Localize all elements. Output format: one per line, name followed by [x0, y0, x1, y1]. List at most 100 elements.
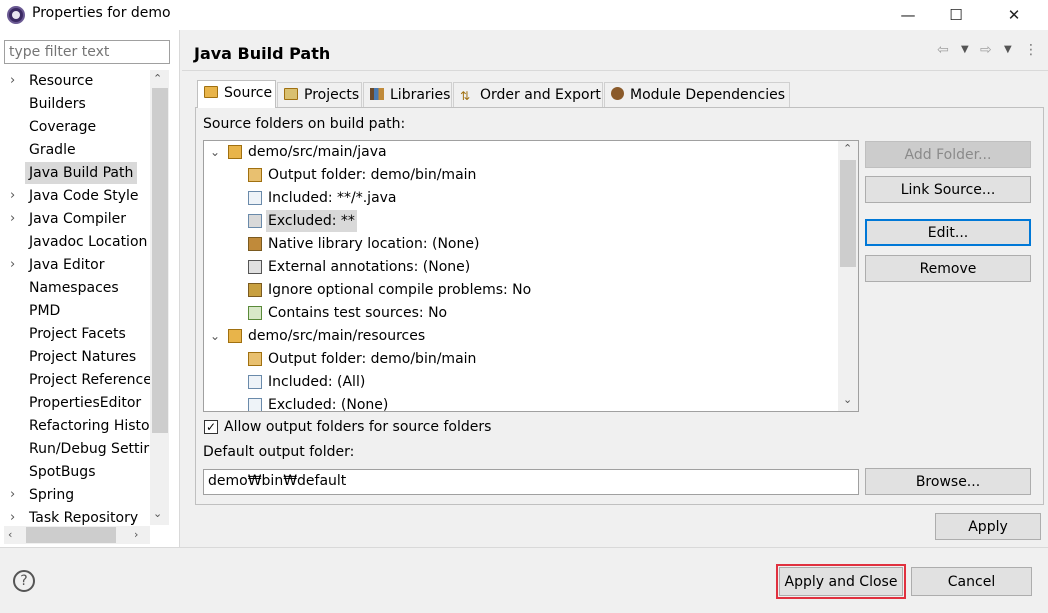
sidebar-item[interactable]: Project Facets: [29, 323, 126, 345]
sidebar-item[interactable]: Gradle: [29, 139, 76, 161]
tree-row-label: Output folder: demo/bin/main: [268, 167, 477, 183]
tree-row[interactable]: Output folder: demo/bin/main: [204, 348, 838, 370]
tree-row-label: demo/src/main/java: [248, 144, 387, 160]
add-folder-button[interactable]: Add Folder...: [865, 141, 1031, 168]
sidebar-item[interactable]: Project Reference: [29, 369, 152, 391]
package-folder-icon: [228, 329, 242, 343]
forward-dropdown-icon[interactable]: ▼: [1004, 44, 1012, 55]
sidebar-item[interactable]: Builders: [29, 93, 86, 115]
expand-chevron-icon[interactable]: ›: [10, 254, 15, 276]
scroll-right-icon[interactable]: ›: [134, 528, 138, 541]
tree-row[interactable]: Included: **/*.java: [204, 187, 838, 209]
tree-row[interactable]: Output folder: demo/bin/main: [204, 164, 838, 186]
collapse-chevron-icon[interactable]: ⌄: [210, 325, 224, 343]
back-arrow-icon[interactable]: ⇦: [937, 42, 949, 58]
expand-chevron-icon[interactable]: ›: [10, 484, 15, 506]
forward-arrow-icon[interactable]: ⇨: [980, 42, 992, 58]
highlight-annotation: [776, 564, 906, 599]
output-folder-icon: [248, 352, 262, 366]
tree-row-label: External annotations: (None): [268, 259, 471, 275]
page-title: Java Build Path: [194, 44, 331, 63]
source-folder-icon: [204, 86, 218, 98]
ignore-problems-icon: [248, 283, 262, 297]
tab-label: Order and Export: [480, 87, 601, 103]
remove-button[interactable]: Remove: [865, 255, 1031, 282]
sidebar-item[interactable]: Project Natures: [29, 346, 136, 368]
tree-row[interactable]: External annotations: (None): [204, 256, 838, 278]
sidebar-item[interactable]: Resource: [29, 70, 93, 92]
sidebar-item[interactable]: Java Editor: [29, 254, 104, 276]
tree-row-label: Native library location: (None): [268, 236, 480, 252]
output-folder-icon: [248, 168, 262, 182]
back-dropdown-icon[interactable]: ▼: [961, 44, 969, 55]
sidebar-item[interactable]: Coverage: [29, 116, 96, 138]
help-icon[interactable]: ?: [13, 570, 35, 592]
exclusion-filter-icon: [248, 214, 262, 228]
expand-chevron-icon[interactable]: ›: [10, 208, 15, 230]
default-output-label: Default output folder:: [203, 444, 355, 460]
tree-row[interactable]: Ignore optional compile problems: No: [204, 279, 838, 301]
close-button[interactable]: ✕: [991, 0, 1037, 30]
default-output-field[interactable]: demo₩bin₩default: [203, 469, 859, 495]
cancel-button[interactable]: Cancel: [911, 567, 1032, 596]
sidebar-item[interactable]: SpotBugs: [29, 461, 96, 483]
filter-input[interactable]: [4, 40, 170, 64]
tab-source[interactable]: Source: [197, 80, 276, 108]
scroll-left-icon[interactable]: ‹: [8, 528, 12, 541]
sidebar-item[interactable]: Spring: [29, 484, 74, 506]
tree-row[interactable]: Contains test sources: No: [204, 302, 838, 324]
scroll-up-icon[interactable]: ⌃: [153, 72, 162, 85]
tab-label: Source: [224, 85, 273, 101]
sidebar-item[interactable]: Javadoc Location: [29, 231, 147, 253]
tree-row[interactable]: Included: (All): [204, 371, 838, 393]
tree-row[interactable]: Native library location: (None): [204, 233, 838, 255]
tree-scroll-up-icon[interactable]: ⌃: [843, 142, 852, 155]
sidebar-item[interactable]: Java Compiler: [29, 208, 126, 230]
link-source-button[interactable]: Link Source...: [865, 176, 1031, 203]
tab-projects[interactable]: Projects: [277, 82, 362, 107]
eclipse-app-icon: [7, 6, 25, 24]
sidebar-item[interactable]: Java Build Path: [29, 162, 133, 184]
view-menu-icon[interactable]: ⋮: [1024, 42, 1038, 58]
tree-row-label: demo/src/main/resources: [248, 328, 426, 344]
tree-row-label: Ignore optional compile problems: No: [268, 282, 532, 298]
apply-button[interactable]: Apply: [935, 513, 1041, 540]
window-title: Properties for demo: [32, 5, 171, 21]
tree-row[interactable]: Excluded: (None): [204, 394, 838, 411]
tab-module-dependencies[interactable]: Module Dependencies: [604, 82, 790, 107]
source-folder-tree[interactable]: ⌄ demo/src/main/java Output folder: demo/b…: [203, 140, 859, 412]
tree-row[interactable]: Excluded: **: [204, 210, 838, 232]
tree-row-label: Contains test sources: No: [268, 305, 448, 321]
collapse-chevron-icon[interactable]: ⌄: [210, 141, 224, 159]
expand-chevron-icon[interactable]: ›: [10, 70, 15, 92]
module-icon: [611, 87, 624, 100]
tree-row-label: Included: **/*.java: [268, 190, 397, 206]
edit-button[interactable]: Edit...: [865, 219, 1031, 246]
tree-row[interactable]: ⌄ demo/src/main/java: [204, 141, 838, 163]
sidebar-item[interactable]: PropertiesEditor: [29, 392, 141, 414]
maximize-button[interactable]: ☐: [933, 0, 979, 30]
sidebar-item[interactable]: Namespaces: [29, 277, 119, 299]
expand-chevron-icon[interactable]: ›: [10, 185, 15, 207]
tree-row[interactable]: ⌄ demo/src/main/resources: [204, 325, 838, 347]
tree-row-label: Excluded: **: [266, 210, 357, 232]
sidebar-item[interactable]: Run/Debug Settir: [29, 438, 149, 460]
sidebar-item[interactable]: Refactoring Histor: [29, 415, 155, 437]
allow-output-checkbox[interactable]: ✓: [204, 420, 218, 434]
projects-icon: [284, 88, 298, 100]
tab-order-export[interactable]: ⇅ Order and Export: [453, 82, 603, 107]
annotations-icon: [248, 260, 262, 274]
tab-libraries[interactable]: Libraries: [363, 82, 452, 107]
nav-hscroll-thumb[interactable]: [26, 527, 116, 543]
inclusion-filter-icon: [248, 191, 262, 205]
minimize-button[interactable]: —: [885, 0, 931, 30]
scroll-down-icon[interactable]: ⌄: [153, 507, 162, 520]
sidebar-item[interactable]: Java Code Style: [29, 185, 138, 207]
browse-button[interactable]: Browse...: [865, 468, 1031, 495]
order-export-icon: ⇅: [460, 89, 471, 103]
nav-scroll-thumb[interactable]: [152, 88, 168, 433]
tree-scroll-down-icon[interactable]: ⌄: [843, 393, 852, 406]
tree-scroll-thumb[interactable]: [840, 160, 856, 267]
sidebar-item[interactable]: PMD: [29, 300, 60, 322]
source-list-label: Source folders on build path:: [203, 116, 406, 132]
